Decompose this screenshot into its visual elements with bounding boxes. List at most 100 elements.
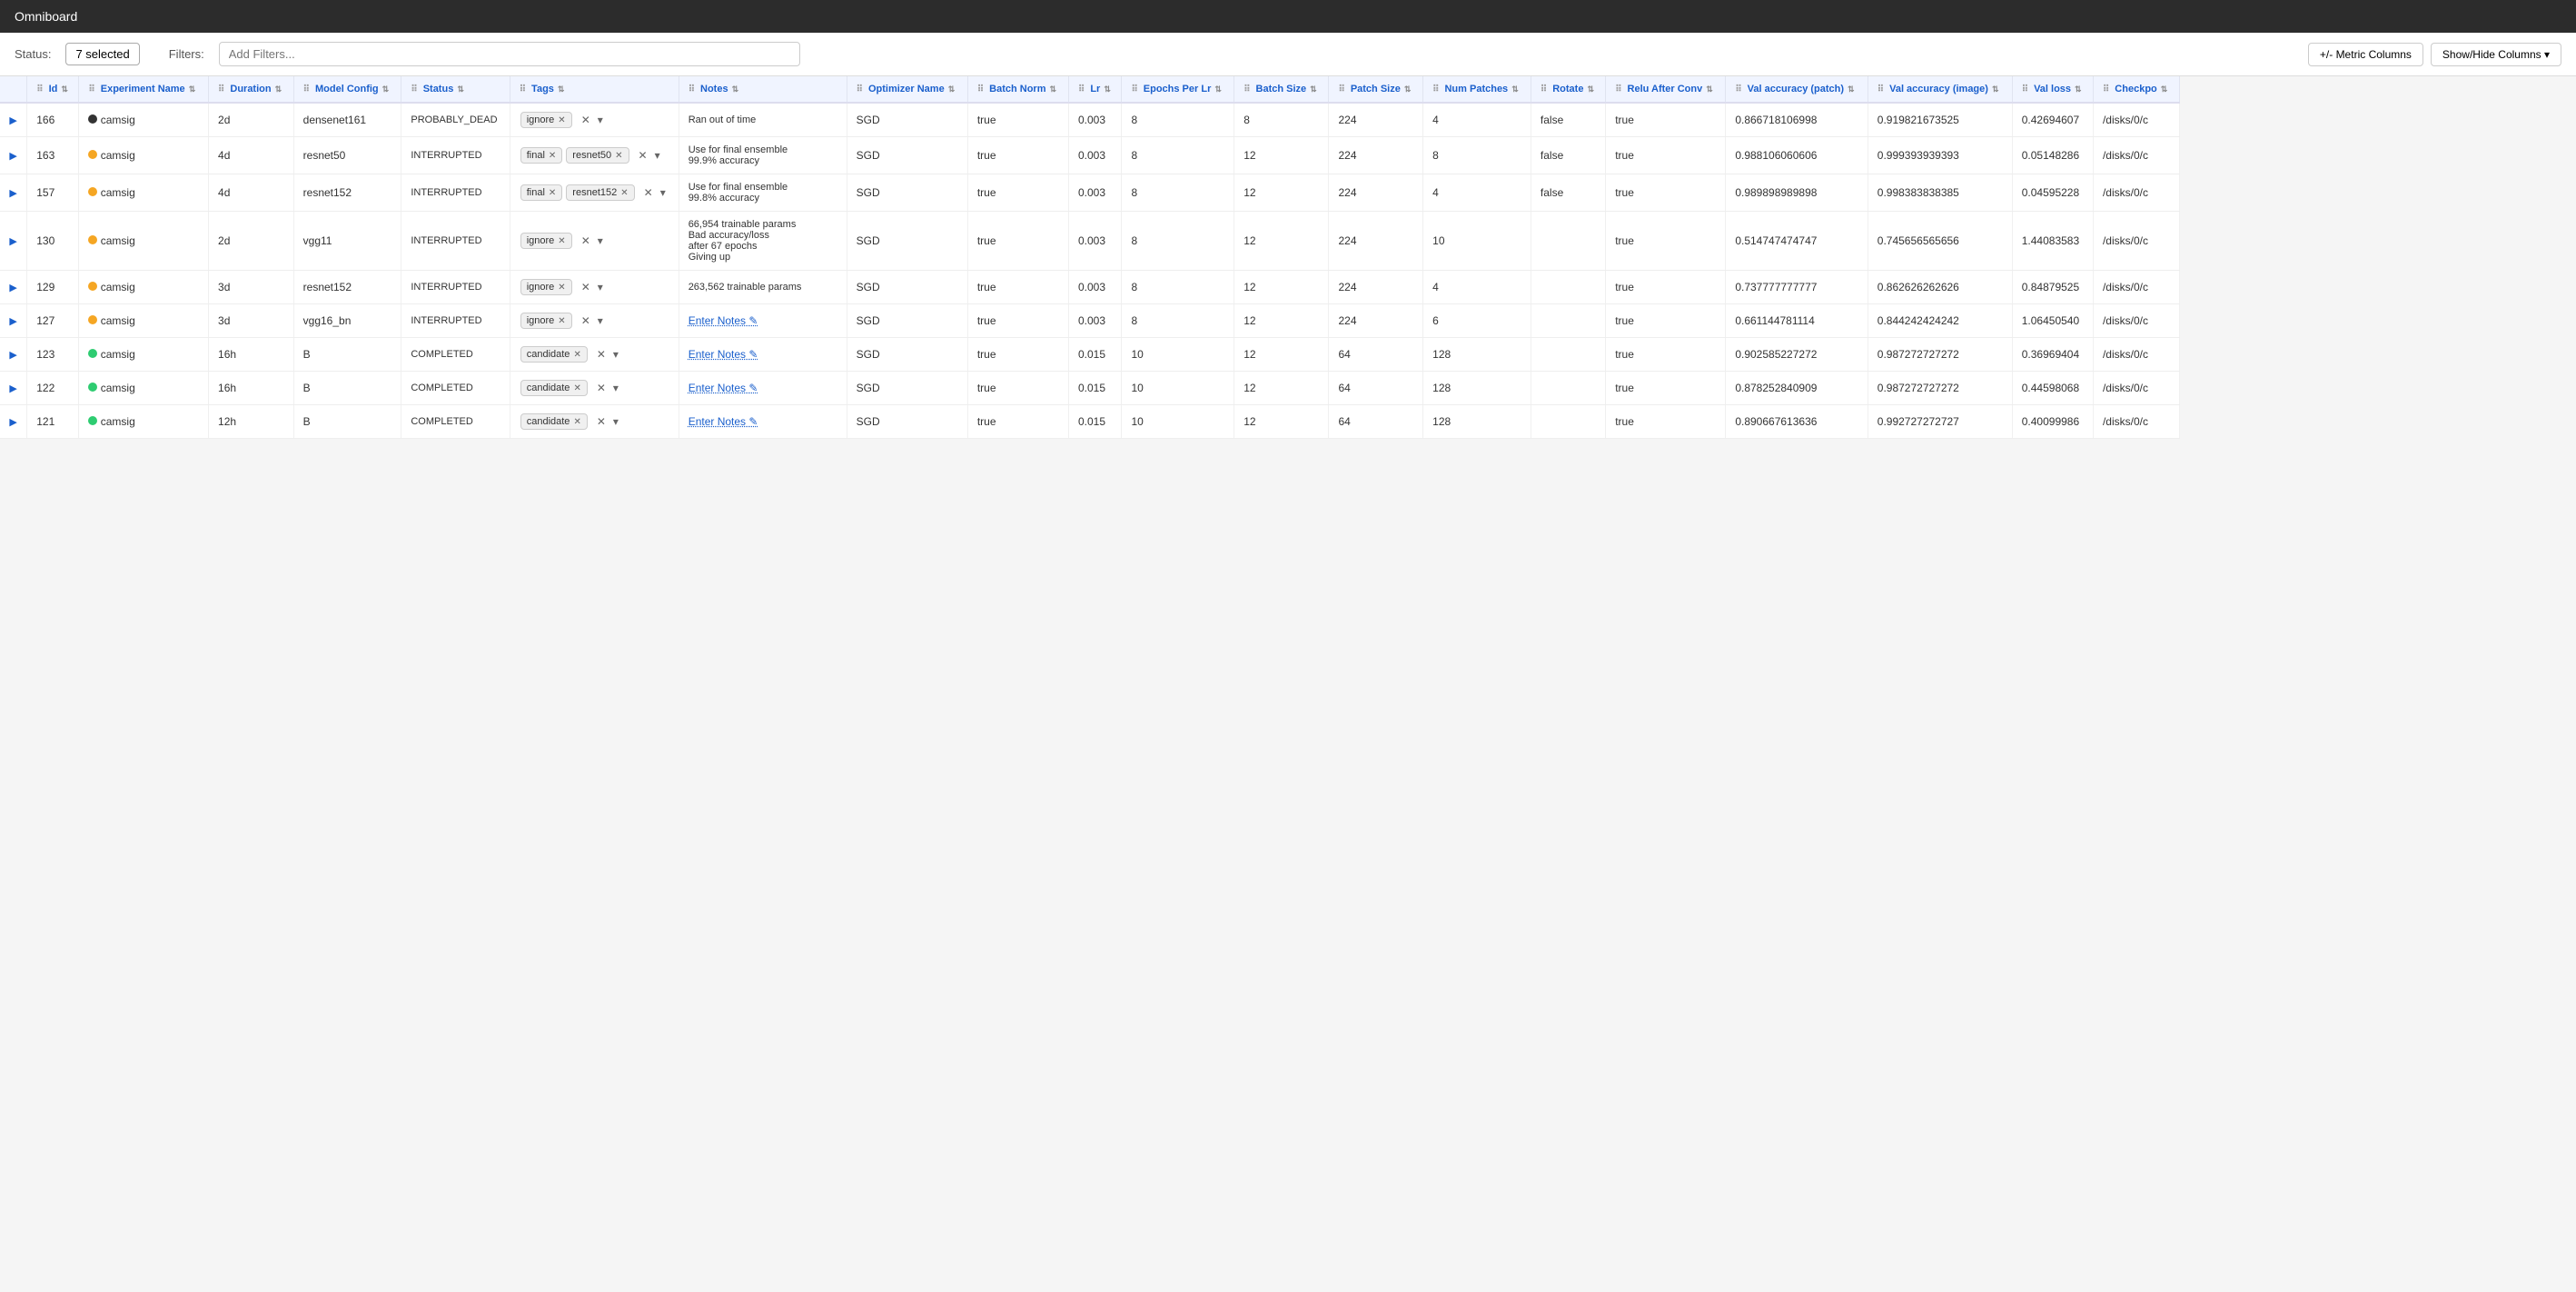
th-val-loss[interactable]: ⠿Val loss⇅ [2012,76,2093,103]
cell-patch-size: 64 [1329,338,1423,372]
cell-checkpoint: /disks/0/c [2093,103,2179,137]
cell-val-acc-image: 0.999393939393 [1868,137,2012,174]
cell-relu-after-conv: true [1606,174,1726,212]
show-hide-button[interactable]: Show/Hide Columns ▾ [2431,43,2561,66]
cell-patch-size: 224 [1329,174,1423,212]
row-expander[interactable]: ▶ [0,304,27,338]
enter-notes-link[interactable]: Enter Notes ✎ [689,415,758,428]
tag-clear-btn[interactable]: ✕ [641,185,656,200]
tag-expand-btn[interactable]: ▾ [610,414,621,429]
th-tags[interactable]: ⠿Tags⇅ [510,76,679,103]
cell-duration: 12h [209,405,294,439]
cell-notes[interactable]: Enter Notes ✎ [679,405,847,439]
cell-num-patches: 6 [1423,304,1531,338]
row-expander[interactable]: ▶ [0,103,27,137]
cell-duration: 4d [209,137,294,174]
tag-expand-btn[interactable]: ▾ [658,185,669,200]
row-expander[interactable]: ▶ [0,338,27,372]
tag-clear-btn[interactable]: ✕ [594,381,609,395]
row-expander[interactable]: ▶ [0,212,27,271]
row-expander[interactable]: ▶ [0,405,27,439]
th-exp-name[interactable]: ⠿Experiment Name⇅ [79,76,209,103]
tags-container: ignore ✕ ✕ ▾ [520,312,669,330]
cell-val-acc-image: 0.987272727272 [1868,372,2012,405]
tag-expand-btn[interactable]: ▾ [652,148,663,163]
tag-remove[interactable]: ✕ [558,115,565,125]
th-val-acc-image[interactable]: ⠿Val accuracy (image)⇅ [1868,76,2012,103]
cell-batch-size: 12 [1234,137,1329,174]
cell-status: INTERRUPTED [401,174,510,212]
tags-controls: ✕ ▾ [594,414,621,429]
filter-input[interactable] [219,42,800,66]
cell-patch-size: 64 [1329,372,1423,405]
app-title: Omniboard [15,9,77,24]
tag-clear-btn[interactable]: ✕ [579,113,593,127]
cell-optimizer: SGD [847,372,967,405]
tag-clear-btn[interactable]: ✕ [579,234,593,248]
tag-remove[interactable]: ✕ [549,188,556,198]
tag-remove[interactable]: ✕ [558,283,565,293]
th-relu-after-conv[interactable]: ⠿Relu After Conv⇅ [1606,76,1726,103]
enter-notes-link[interactable]: Enter Notes ✎ [689,382,758,394]
tag-remove[interactable]: ✕ [573,350,580,360]
cell-exp-name: camsig [79,174,209,212]
cell-notes[interactable]: Enter Notes ✎ [679,304,847,338]
th-checkpoint[interactable]: ⠿Checkpo⇅ [2093,76,2179,103]
tag-remove[interactable]: ✕ [558,236,565,246]
tag-expand-btn[interactable]: ▾ [595,113,606,127]
tag-clear-btn[interactable]: ✕ [579,280,593,294]
tag-expand-btn[interactable]: ▾ [595,280,606,294]
tag-expand-btn[interactable]: ▾ [610,347,621,362]
th-batch-size[interactable]: ⠿Batch Size⇅ [1234,76,1329,103]
cell-exp-name: camsig [79,137,209,174]
metric-columns-button[interactable]: +/- Metric Columns [2308,43,2423,66]
cell-notes[interactable]: Enter Notes ✎ [679,338,847,372]
row-expander[interactable]: ▶ [0,372,27,405]
cell-exp-name: camsig [79,338,209,372]
cell-patch-size: 224 [1329,212,1423,271]
tag-clear-btn[interactable]: ✕ [594,347,609,362]
right-buttons: +/- Metric Columns Show/Hide Columns ▾ [2308,43,2561,66]
tag-clear-btn[interactable]: ✕ [636,148,650,163]
th-num-patches[interactable]: ⠿Num Patches⇅ [1423,76,1531,103]
cell-rotate: false [1531,103,1605,137]
tag-remove[interactable]: ✕ [558,316,565,326]
th-patch-size[interactable]: ⠿Patch Size⇅ [1329,76,1423,103]
th-model-config[interactable]: ⠿Model Config⇅ [293,76,401,103]
th-epochs-per-lr[interactable]: ⠿Epochs Per Lr⇅ [1122,76,1234,103]
cell-notes[interactable]: Enter Notes ✎ [679,372,847,405]
th-batch-norm[interactable]: ⠿Batch Norm⇅ [967,76,1068,103]
th-optimizer[interactable]: ⠿Optimizer Name⇅ [847,76,967,103]
cell-status: PROBABLY_DEAD [401,103,510,137]
tag-remove[interactable]: ✕ [549,151,556,161]
selected-button[interactable]: 7 selected [65,43,139,65]
cell-tags: candidate ✕ ✕ ▾ [510,405,679,439]
th-duration[interactable]: ⠿Duration⇅ [209,76,294,103]
th-rotate[interactable]: ⠿Rotate⇅ [1531,76,1605,103]
tag-remove[interactable]: ✕ [573,417,580,427]
th-status[interactable]: ⠿Status⇅ [401,76,510,103]
cell-num-patches: 128 [1423,405,1531,439]
tag-clear-btn[interactable]: ✕ [579,313,593,328]
tag-expand-btn[interactable]: ▾ [595,234,606,248]
th-id[interactable]: ⠿Id⇅ [27,76,79,103]
tag-expand-btn[interactable]: ▾ [610,381,621,395]
status-dot [88,282,97,291]
tag-remove[interactable]: ✕ [620,188,628,198]
cell-duration: 16h [209,338,294,372]
enter-notes-link[interactable]: Enter Notes ✎ [689,314,758,327]
row-expander[interactable]: ▶ [0,271,27,304]
row-expander[interactable]: ▶ [0,137,27,174]
cell-val-acc-patch: 0.737777777777 [1726,271,1868,304]
status-dot [88,315,97,324]
enter-notes-link[interactable]: Enter Notes ✎ [689,348,758,361]
th-lr[interactable]: ⠿Lr⇅ [1069,76,1122,103]
cell-optimizer: SGD [847,405,967,439]
th-notes[interactable]: ⠿Notes⇅ [679,76,847,103]
th-val-acc-patch[interactable]: ⠿Val accuracy (patch)⇅ [1726,76,1868,103]
tag-expand-btn[interactable]: ▾ [595,313,606,328]
tag-clear-btn[interactable]: ✕ [594,414,609,429]
tag-remove[interactable]: ✕ [573,383,580,393]
tag-remove[interactable]: ✕ [615,151,622,161]
row-expander[interactable]: ▶ [0,174,27,212]
